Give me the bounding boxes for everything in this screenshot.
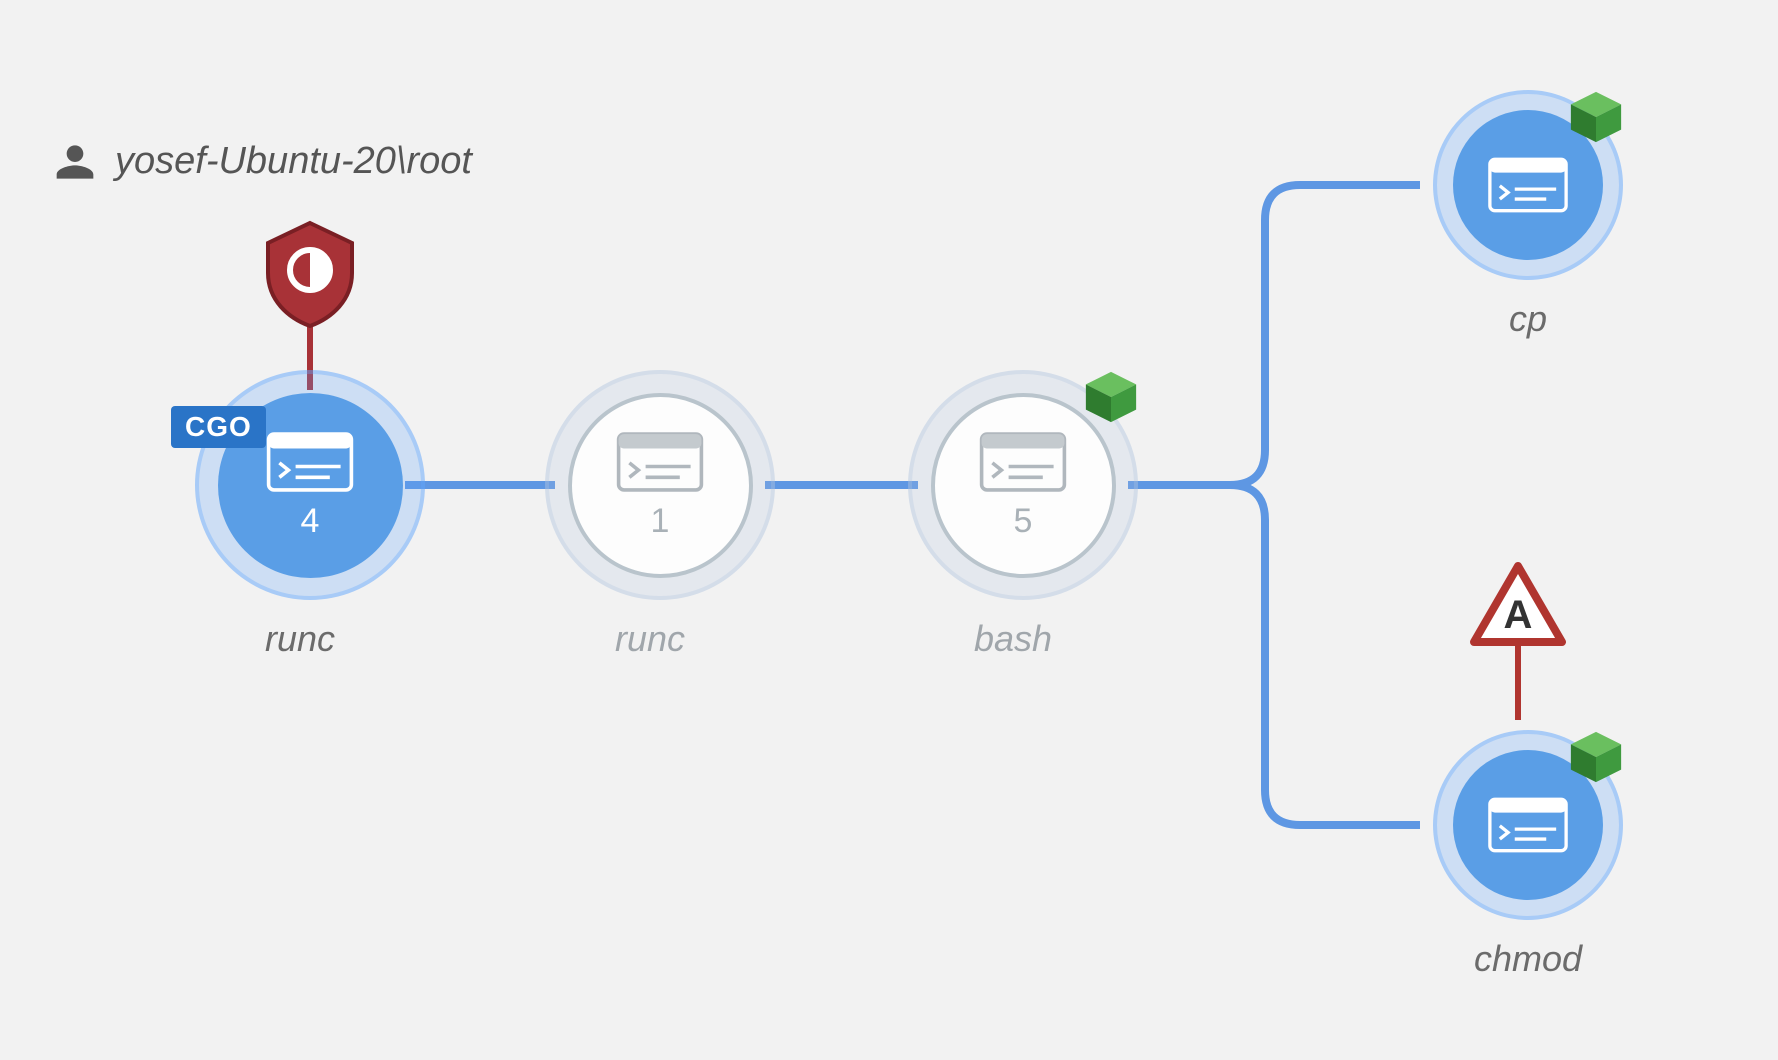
process-node-chmod[interactable]: chmod — [1423, 730, 1633, 980]
cgo-tag: CGO — [171, 406, 266, 448]
terminal-icon — [615, 430, 705, 494]
node-count: 1 — [651, 502, 670, 541]
node-name: chmod — [1423, 938, 1633, 980]
container-cube-icon — [1567, 88, 1625, 146]
shield-badge — [260, 218, 360, 333]
warning-badge: A — [1468, 560, 1568, 655]
node-name: runc — [195, 618, 405, 660]
process-node-runc-2[interactable]: 1 runc — [545, 370, 755, 660]
node-count: 5 — [1014, 502, 1033, 541]
terminal-icon — [265, 430, 355, 494]
container-cube-icon — [1567, 728, 1625, 786]
warning-triangle-icon: A — [1468, 560, 1568, 650]
terminal-icon — [978, 430, 1068, 494]
user-label-text: yosef-Ubuntu-20\root — [115, 140, 472, 183]
terminal-icon — [1486, 156, 1570, 214]
node-name: runc — [545, 618, 755, 660]
user-icon — [55, 142, 95, 182]
process-node-cp[interactable]: cp — [1423, 90, 1633, 340]
container-cube-icon — [1082, 368, 1140, 426]
process-node-bash[interactable]: 5 bash — [908, 370, 1118, 660]
process-node-runc-1[interactable]: CGO 4 runc — [195, 370, 405, 660]
shield-icon — [260, 218, 360, 328]
diagram-canvas: yosef-Ubuntu-20\root A CGO — [0, 0, 1778, 1060]
node-name: cp — [1423, 298, 1633, 340]
node-name: bash — [908, 618, 1118, 660]
node-count: 4 — [301, 502, 320, 541]
terminal-icon — [1486, 796, 1570, 854]
warning-letter: A — [1504, 593, 1533, 637]
user-label: yosef-Ubuntu-20\root — [55, 140, 472, 183]
